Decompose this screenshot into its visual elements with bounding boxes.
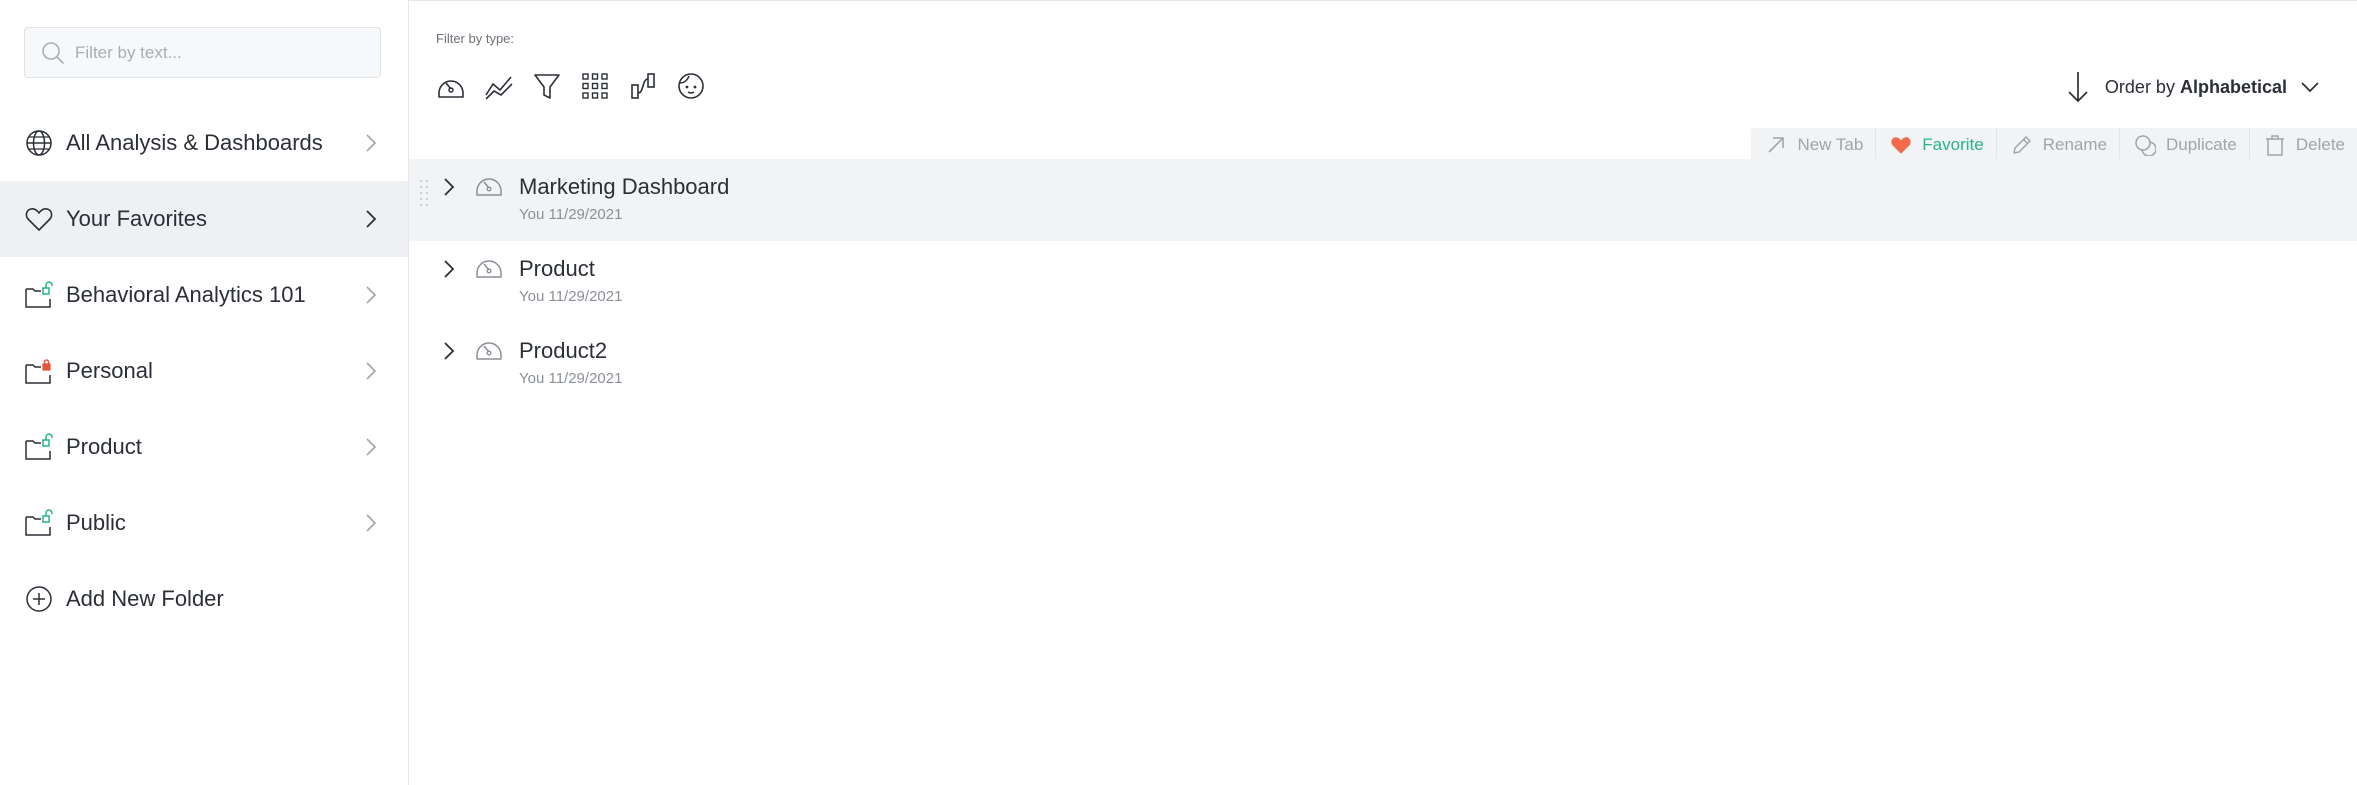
user-face-icon[interactable] bbox=[676, 71, 706, 101]
dashboard-icon bbox=[475, 255, 503, 281]
add-new-folder-button[interactable]: Add New Folder bbox=[0, 561, 408, 637]
delete-button[interactable]: Delete bbox=[2248, 128, 2357, 162]
sidebar-item-product[interactable]: Product bbox=[0, 409, 408, 485]
sidebar-item-personal[interactable]: Personal bbox=[0, 333, 408, 409]
delete-label: Delete bbox=[2295, 135, 2345, 154]
item-meta: You 11/29/2021 bbox=[519, 206, 623, 223]
external-arrow-icon bbox=[1765, 134, 1787, 156]
drag-handle-icon[interactable] bbox=[419, 177, 429, 217]
sidebar-item-label: Product bbox=[66, 434, 142, 459]
sidebar: All Analysis & Dashboards Your Favorites… bbox=[0, 0, 409, 785]
sidebar-item-label: Your Favorites bbox=[66, 206, 208, 231]
order-by-prefix: Order by bbox=[2104, 76, 2175, 97]
sidebar-item-public[interactable]: Public bbox=[0, 485, 408, 561]
search-icon bbox=[40, 40, 66, 66]
trash-icon bbox=[2264, 134, 2286, 156]
rename-button[interactable]: Rename bbox=[1995, 128, 2119, 162]
list-item[interactable]: Product You 11/29/2021 bbox=[409, 241, 2357, 323]
item-name: Product2 bbox=[519, 338, 608, 363]
shared-folder-icon bbox=[24, 508, 54, 538]
search-box[interactable] bbox=[24, 27, 381, 78]
list-item[interactable]: Product2 You 11/29/2021 bbox=[409, 323, 2357, 405]
sidebar-item-label: Behavioral Analytics 101 bbox=[66, 282, 306, 307]
sidebar-item-favorites[interactable]: Your Favorites bbox=[0, 181, 408, 257]
plus-circle-icon bbox=[24, 584, 54, 614]
item-name: Product bbox=[519, 256, 595, 281]
order-by-dropdown[interactable]: Order by Alphabetical bbox=[2065, 69, 2321, 105]
expand-chevron-icon[interactable] bbox=[442, 258, 456, 280]
chevron-right-icon bbox=[364, 283, 378, 307]
folder-nav: All Analysis & Dashboards Your Favorites… bbox=[0, 105, 408, 637]
chevron-right-icon bbox=[364, 359, 378, 383]
new-tab-button[interactable]: New Tab bbox=[1751, 128, 1875, 162]
list-item[interactable]: Marketing Dashboard You 11/29/2021 bbox=[409, 159, 2357, 241]
rename-label: Rename bbox=[2042, 135, 2107, 154]
type-filter-bar bbox=[436, 71, 706, 101]
duplicate-label: Duplicate bbox=[2165, 135, 2237, 154]
chevron-right-icon bbox=[364, 511, 378, 535]
order-by-value: Alphabetical bbox=[2179, 76, 2287, 97]
favorite-label: Favorite bbox=[1922, 135, 1984, 154]
dashboard-icon[interactable] bbox=[436, 71, 466, 101]
sidebar-item-all-analysis[interactable]: All Analysis & Dashboards bbox=[0, 105, 408, 181]
order-by-text: Order by Alphabetical bbox=[2105, 77, 2287, 98]
flow-icon[interactable] bbox=[628, 71, 658, 101]
duplicate-button[interactable]: Duplicate bbox=[2118, 128, 2249, 162]
sidebar-item-label: All Analysis & Dashboards bbox=[66, 130, 323, 155]
grid-icon[interactable] bbox=[580, 71, 610, 101]
expand-chevron-icon[interactable] bbox=[442, 176, 456, 198]
sidebar-item-label: Public bbox=[66, 510, 126, 535]
item-meta: You 11/29/2021 bbox=[519, 370, 623, 387]
item-action-bar: New Tab Favorite Rename Duplicate Delete bbox=[1751, 128, 2357, 162]
sidebar-item-label: Personal bbox=[66, 358, 153, 383]
globe-icon bbox=[24, 128, 54, 158]
chevron-down-icon bbox=[2299, 80, 2321, 94]
duplicate-icon bbox=[2134, 134, 2156, 156]
favorite-button[interactable]: Favorite bbox=[1875, 128, 1995, 162]
funnel-icon[interactable] bbox=[532, 71, 562, 101]
main-panel: Filter by type: Order by Alphabetical Ne… bbox=[409, 0, 2357, 785]
sidebar-item-behavioral-analytics[interactable]: Behavioral Analytics 101 bbox=[0, 257, 408, 333]
dashboard-icon bbox=[475, 173, 503, 199]
heart-filled-icon bbox=[1890, 134, 1912, 156]
pencil-icon bbox=[2011, 134, 2033, 156]
heart-icon bbox=[24, 204, 54, 234]
shared-folder-icon bbox=[24, 432, 54, 462]
shared-folder-icon bbox=[24, 280, 54, 310]
chevron-right-icon bbox=[364, 207, 378, 231]
locked-folder-icon bbox=[24, 356, 54, 386]
chevron-right-icon bbox=[364, 435, 378, 459]
add-new-folder-label: Add New Folder bbox=[66, 586, 224, 611]
trends-icon[interactable] bbox=[484, 71, 514, 101]
filter-by-type-label: Filter by type: bbox=[436, 31, 515, 46]
item-name: Marketing Dashboard bbox=[519, 174, 730, 199]
arrow-down-icon bbox=[2065, 69, 2091, 105]
chevron-right-icon bbox=[364, 131, 378, 155]
dashboard-icon bbox=[475, 337, 503, 363]
item-list: Marketing Dashboard You 11/29/2021 Produ… bbox=[409, 159, 2357, 405]
expand-chevron-icon[interactable] bbox=[442, 340, 456, 362]
new-tab-label: New Tab bbox=[1797, 135, 1864, 154]
search-input[interactable] bbox=[75, 42, 365, 63]
item-meta: You 11/29/2021 bbox=[519, 288, 623, 305]
